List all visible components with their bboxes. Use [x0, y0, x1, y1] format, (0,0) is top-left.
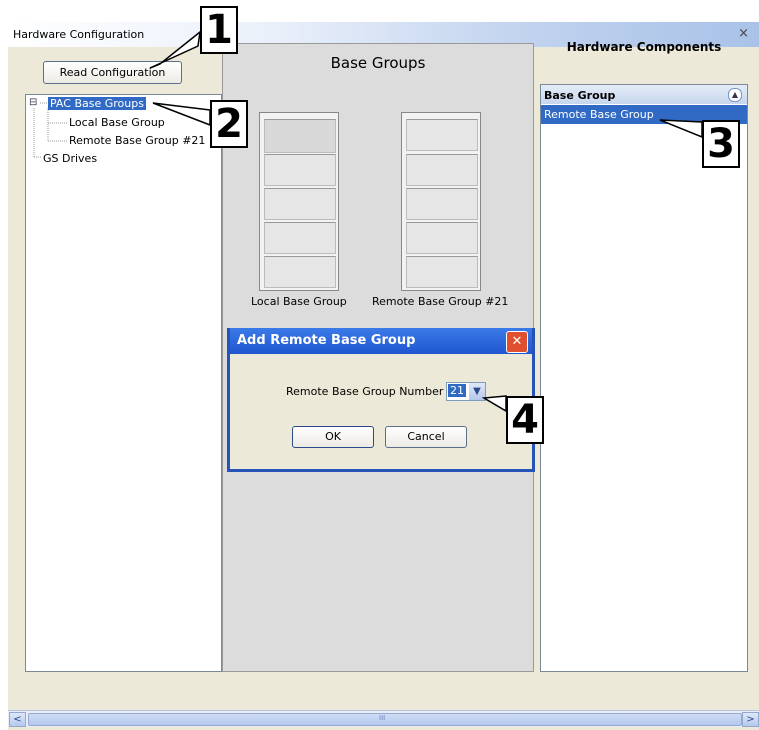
- callout-leader-lines: [149, 30, 703, 413]
- callout-3: 3: [702, 120, 740, 168]
- callout-2: 2: [210, 100, 248, 148]
- callout-4: 4: [506, 396, 544, 444]
- callout-1: 1: [200, 6, 238, 54]
